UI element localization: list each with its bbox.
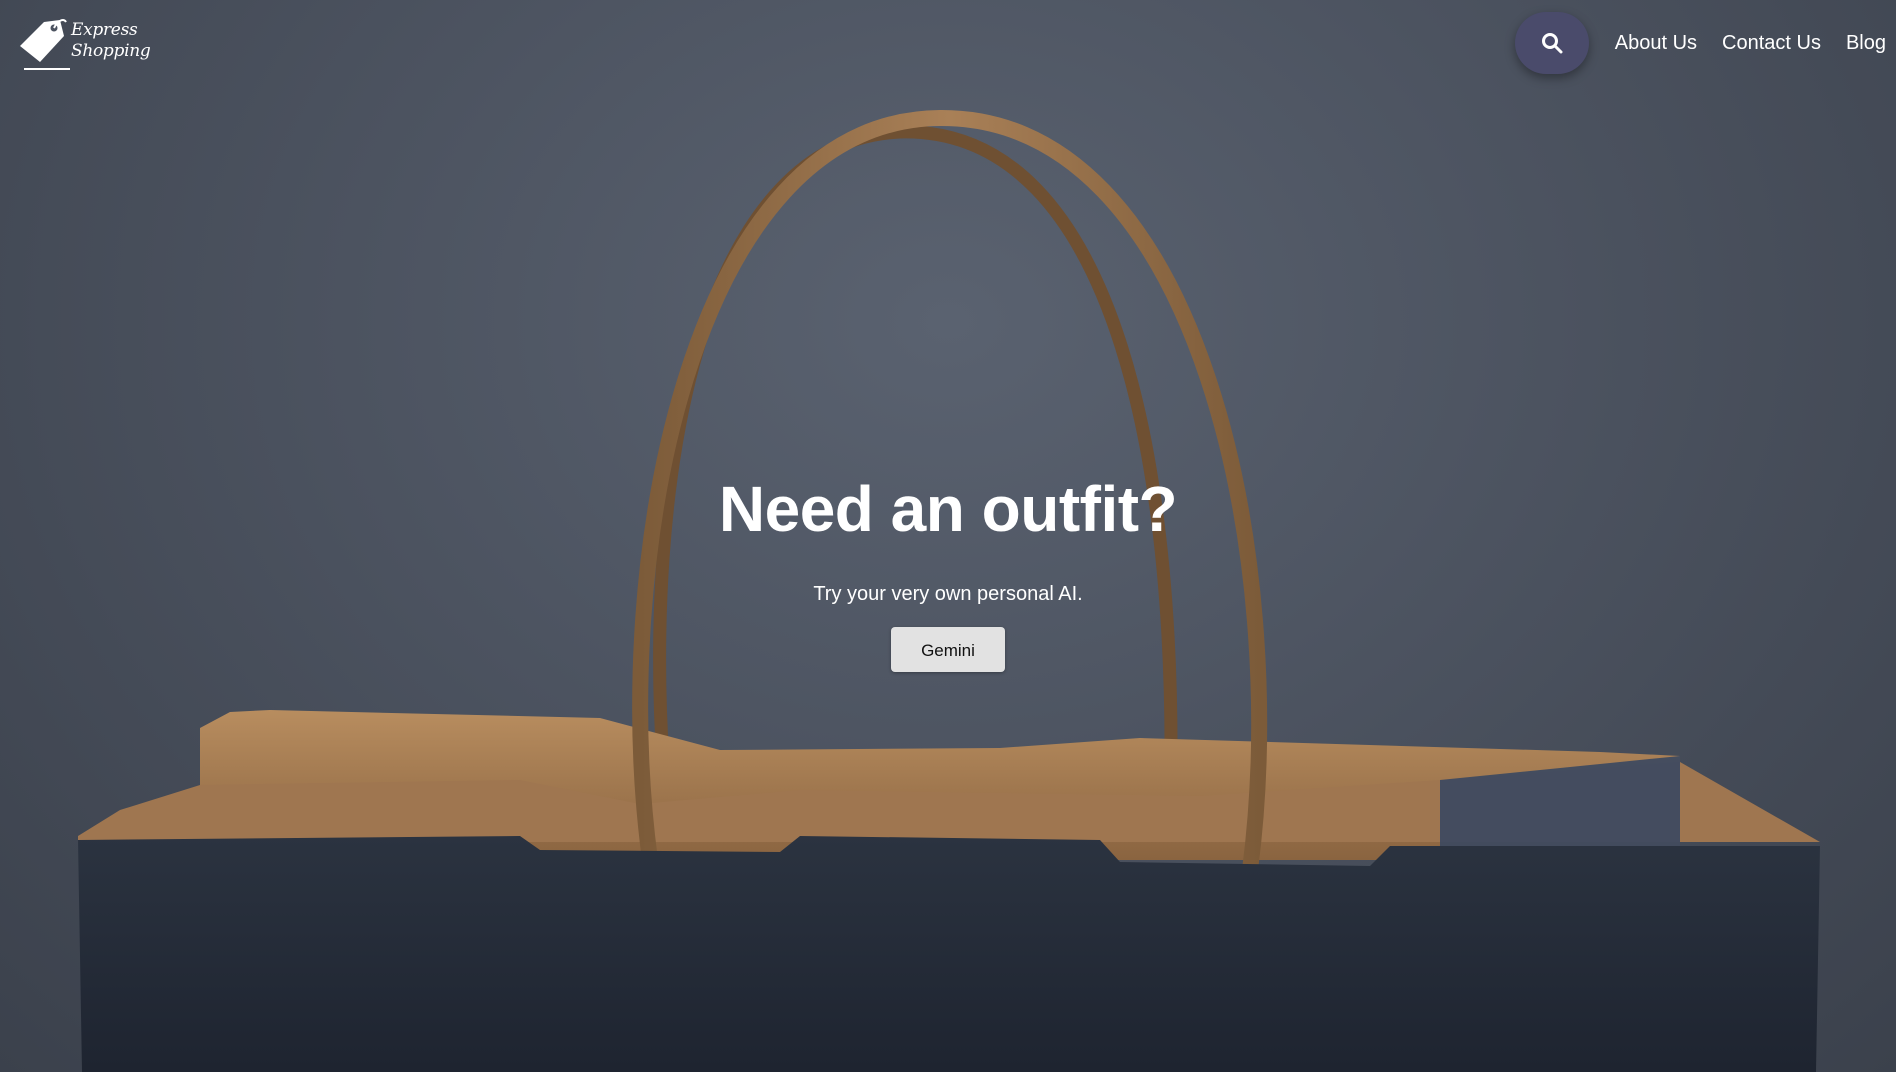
nav-link-blog[interactable]: Blog bbox=[1846, 32, 1886, 55]
hero-title: Need an outfit? bbox=[718, 473, 1178, 545]
hero-section: Need an outfit? Try your very own person… bbox=[0, 464, 1896, 672]
gemini-button[interactable]: Gemini bbox=[891, 627, 1005, 672]
price-tag-icon bbox=[20, 19, 70, 70]
page: Express Shopping About Us Contact Us Blo… bbox=[0, 0, 1896, 1072]
brand-name-line1: Express bbox=[71, 20, 138, 40]
top-nav: About Us Contact Us Blog bbox=[1514, 12, 1886, 74]
search-button[interactable] bbox=[1514, 12, 1589, 74]
brand-logo[interactable]: Express Shopping bbox=[14, 16, 151, 72]
nav-link-about-us[interactable]: About Us bbox=[1615, 32, 1697, 55]
search-icon bbox=[1541, 33, 1563, 54]
hero-subtitle: Try your very own personal AI. bbox=[813, 583, 1083, 605]
brand-name-line2: Shopping bbox=[71, 41, 151, 61]
nav-link-contact-us[interactable]: Contact Us bbox=[1722, 32, 1821, 55]
brand-name: Express Shopping bbox=[71, 20, 151, 62]
